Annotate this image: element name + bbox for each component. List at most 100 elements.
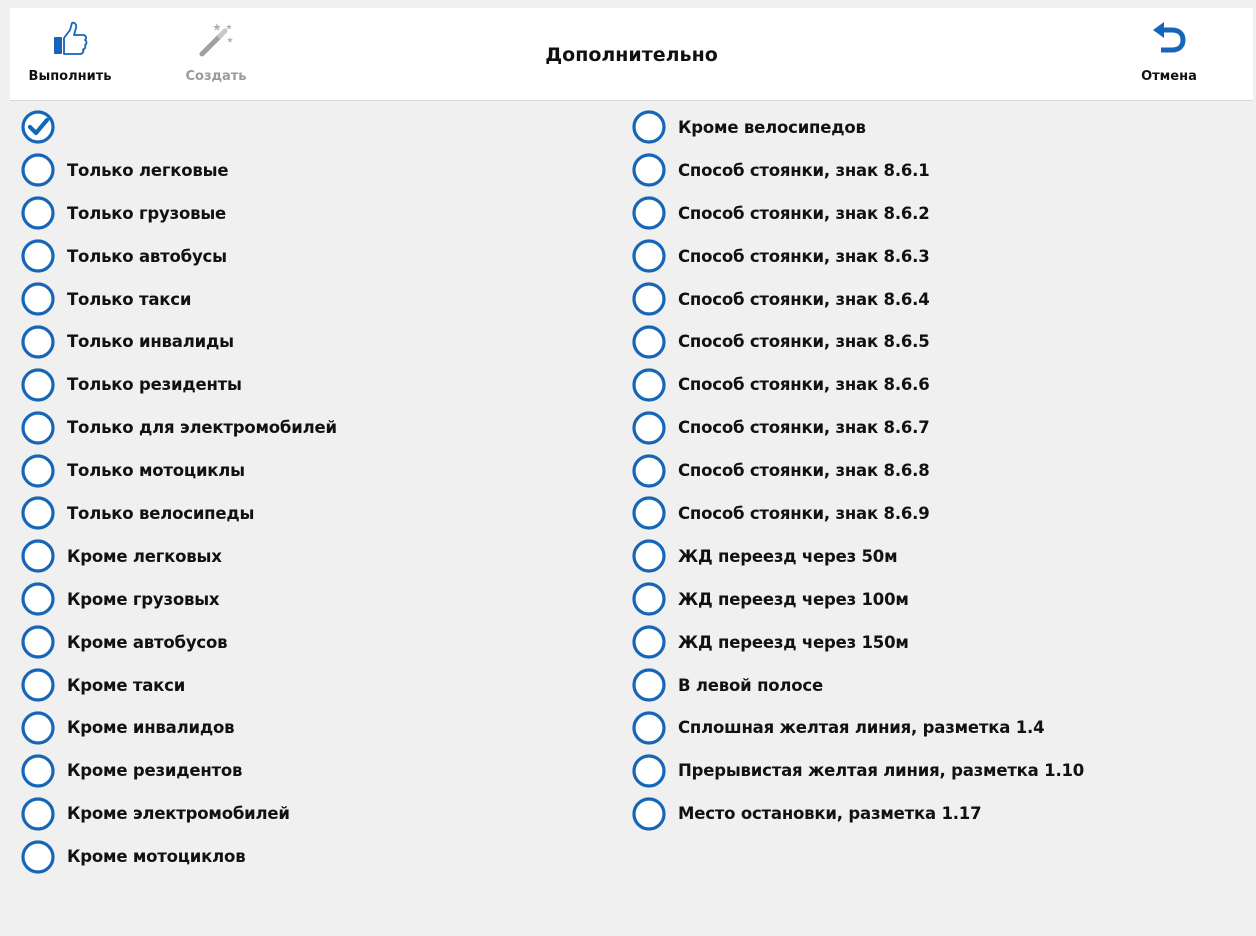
radio-unchecked-icon[interactable] [632,711,666,745]
radio-unchecked-icon[interactable] [21,453,55,488]
radio-unchecked-icon[interactable] [21,411,55,445]
option-item[interactable]: Способ стоянки, знак 8.6.4 [632,278,1232,321]
option-label: Сплошная желтая линия, разметка 1.4 [678,718,1045,738]
option-item[interactable]: Способ стоянки, знак 8.6.9 [632,492,1232,535]
option-label: Кроме резидентов [67,761,243,781]
option-item[interactable]: Место остановки, разметка 1.17 [632,792,1232,835]
option-label: Способ стоянки, знак 8.6.3 [678,246,930,266]
option-label: Только грузовые [67,203,227,223]
option-item[interactable]: Кроме электромобилей [21,792,601,835]
option-label: Способ стоянки, знак 8.6.5 [678,332,930,352]
option-item[interactable]: ЖД переезд через 150м [632,621,1232,664]
option-item[interactable]: Только грузовые [21,192,601,235]
radio-unchecked-icon[interactable] [632,496,666,531]
option-item[interactable]: ЖД переезд через 50м [632,535,1232,578]
radio-unchecked-icon[interactable] [21,754,55,788]
option-label: Только легковые [67,160,229,180]
option-label: Способ стоянки, знак 8.6.1 [678,160,930,180]
radio-unchecked-icon[interactable] [21,282,55,316]
radio-unchecked-icon[interactable] [21,668,55,702]
option-item[interactable]: Только велосипеды [21,492,601,535]
option-item[interactable]: Способ стоянки, знак 8.6.7 [632,406,1232,449]
option-label: Только велосипеды [67,503,255,523]
option-item[interactable]: Только резиденты [21,363,601,406]
option-item[interactable]: Кроме мотоциклов [21,835,601,878]
option-item[interactable]: В левой полосе [632,664,1232,707]
option-item[interactable]: Кроме такси [21,664,601,707]
option-item[interactable]: Способ стоянки, знак 8.6.3 [632,235,1232,278]
option-item[interactable]: Прерывистая желтая линия, разметка 1.10 [632,749,1232,792]
radio-unchecked-icon[interactable] [632,239,666,273]
option-item[interactable]: Способ стоянки, знак 8.6.1 [632,149,1232,192]
option-label: Способ стоянки, знак 8.6.9 [678,503,930,523]
option-item[interactable]: Способ стоянки, знак 8.6.6 [632,363,1232,406]
cancel-button[interactable]: Отмена [1136,8,1202,100]
radio-unchecked-icon[interactable] [632,668,666,702]
option-item[interactable]: Только для электромобилей [21,406,601,449]
options-list-left: Только легковые Только грузовые Только авт… [21,106,601,878]
option-label: Кроме велосипедов [678,117,866,137]
option-label: Место остановки, разметка 1.17 [678,804,982,824]
options-list-right: Кроме велосипедов Способ стоянки, знак 8.… [632,106,1232,835]
radio-unchecked-icon[interactable] [632,539,666,573]
radio-unchecked-icon[interactable] [21,239,55,273]
option-item[interactable]: Только легковые [21,149,601,192]
option-item[interactable]: ЖД переезд через 100м [632,578,1232,621]
execute-label: Выполнить [28,69,112,84]
radio-unchecked-icon[interactable] [21,368,55,402]
option-item[interactable]: Кроме велосипедов [632,106,1232,149]
radio-unchecked-icon[interactable] [632,582,666,616]
option-label: В левой полосе [678,675,824,695]
radio-unchecked-icon[interactable] [21,625,55,659]
radio-unchecked-icon[interactable] [632,196,666,230]
option-item[interactable]: Способ стоянки, знак 8.6.8 [632,449,1232,492]
option-label: Кроме легковых [67,546,222,566]
option-item[interactable]: Кроме резидентов [21,749,601,792]
radio-unchecked-icon[interactable] [632,453,666,488]
radio-unchecked-icon[interactable] [632,325,666,359]
radio-unchecked-icon[interactable] [21,711,55,745]
radio-unchecked-icon[interactable] [21,196,55,230]
option-label: Способ стоянки, знак 8.6.2 [678,203,930,223]
radio-unchecked-icon[interactable] [21,153,55,187]
radio-unchecked-icon[interactable] [21,539,55,573]
radio-unchecked-icon[interactable] [632,625,666,659]
radio-unchecked-icon[interactable] [21,325,55,359]
radio-checked-icon[interactable] [21,110,55,145]
radio-unchecked-icon[interactable] [632,797,666,831]
radio-unchecked-icon[interactable] [632,153,666,187]
option-label: Только для электромобилей [67,418,337,438]
radio-unchecked-icon[interactable] [632,368,666,402]
option-item[interactable]: Только мотоциклы [21,449,601,492]
radio-unchecked-icon[interactable] [21,797,55,831]
option-label: Только автобусы [67,246,227,266]
option-label: Способ стоянки, знак 8.6.6 [678,375,930,395]
option-label: Только такси [67,289,192,309]
create-label: Создать [185,69,247,84]
window-top-strip [0,0,1256,8]
radio-unchecked-icon[interactable] [21,496,55,531]
undo-arrow-icon [1149,20,1189,60]
radio-unchecked-icon[interactable] [632,754,666,788]
option-item[interactable]: Только инвалиды [21,320,601,363]
option-item[interactable]: Сплошная желтая линия, разметка 1.4 [632,706,1232,749]
radio-unchecked-icon[interactable] [21,582,55,616]
option-label: Прерывистая желтая линия, разметка 1.10 [678,761,1085,781]
option-label: Кроме такси [67,675,186,695]
option-label: ЖД переезд через 50м [678,546,898,566]
option-item[interactable] [21,106,601,149]
radio-unchecked-icon[interactable] [632,282,666,316]
option-item[interactable]: Способ стоянки, знак 8.6.2 [632,192,1232,235]
option-item[interactable]: Кроме грузовых [21,578,601,621]
option-item[interactable]: Способ стоянки, знак 8.6.5 [632,320,1232,363]
radio-unchecked-icon[interactable] [632,110,666,145]
option-item[interactable]: Кроме инвалидов [21,706,601,749]
radio-unchecked-icon[interactable] [21,839,55,874]
option-label: Только инвалиды [67,332,234,352]
option-item[interactable]: Кроме автобусов [21,621,601,664]
option-item[interactable]: Только такси [21,278,601,321]
radio-unchecked-icon[interactable] [632,411,666,445]
option-label: Способ стоянки, знак 8.6.8 [678,461,930,481]
option-item[interactable]: Кроме легковых [21,535,601,578]
option-item[interactable]: Только автобусы [21,235,601,278]
